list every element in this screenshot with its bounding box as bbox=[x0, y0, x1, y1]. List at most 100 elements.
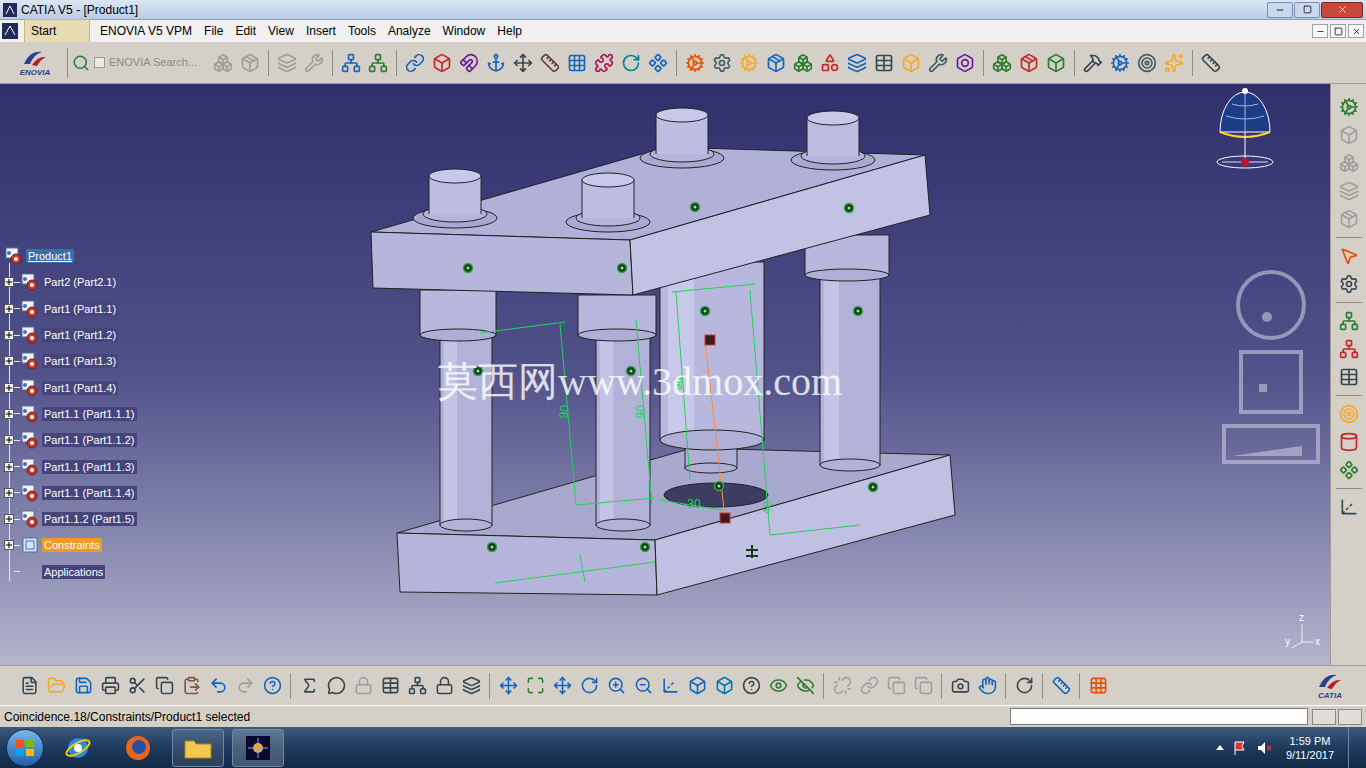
tool-button[interactable] bbox=[495, 673, 521, 699]
tool-button[interactable] bbox=[483, 50, 509, 76]
dimension[interactable]: 40 bbox=[750, 290, 860, 535]
constraint-marker[interactable] bbox=[618, 264, 627, 273]
tool-button[interactable] bbox=[237, 50, 263, 76]
tool-button[interactable] bbox=[296, 673, 322, 699]
tree-label[interactable]: Part2 (Part2.1) bbox=[42, 275, 118, 289]
tool-button[interactable] bbox=[431, 673, 457, 699]
tree-label[interactable]: Product1 bbox=[26, 249, 74, 263]
tool-button[interactable] bbox=[1336, 94, 1362, 120]
tool-button[interactable] bbox=[510, 50, 536, 76]
tree-label[interactable]: Part1.1 (Part1.1.1) bbox=[42, 407, 137, 421]
tool-button[interactable] bbox=[844, 50, 870, 76]
search-checkbox[interactable] bbox=[94, 57, 105, 68]
tool-button[interactable] bbox=[404, 673, 430, 699]
constraint-marker[interactable] bbox=[641, 543, 650, 552]
tool-button[interactable] bbox=[829, 673, 855, 699]
tool-button[interactable] bbox=[657, 673, 683, 699]
tool-button[interactable] bbox=[925, 50, 951, 76]
tool-button[interactable] bbox=[1336, 364, 1362, 390]
tool-button[interactable] bbox=[738, 673, 764, 699]
tool-button[interactable] bbox=[1336, 336, 1362, 362]
catia-task-button[interactable] bbox=[232, 729, 284, 767]
tree-item[interactable]: Part1.1 (Part1.1.2) bbox=[4, 427, 137, 453]
tree-label[interactable]: Part1.1 (Part1.1.3) bbox=[42, 460, 137, 474]
tool-button[interactable] bbox=[1085, 673, 1111, 699]
mdi-button[interactable] bbox=[1312, 24, 1328, 38]
tool-button[interactable] bbox=[429, 50, 455, 76]
tool-button[interactable] bbox=[1336, 308, 1362, 334]
constraint-marker[interactable] bbox=[691, 203, 700, 212]
menu-item[interactable]: Edit bbox=[229, 20, 262, 42]
tree-item[interactable]: Part1.1 (Part1.1.4) bbox=[4, 480, 137, 506]
tree-item[interactable]: Part2 (Part2.1) bbox=[4, 269, 137, 295]
menu-item[interactable]: Insert bbox=[300, 20, 342, 42]
tool-button[interactable] bbox=[711, 673, 737, 699]
explorer-button[interactable] bbox=[172, 729, 224, 767]
tree-label[interactable]: Part1 (Part1.3) bbox=[42, 354, 118, 368]
tool-button[interactable] bbox=[70, 673, 96, 699]
tool-button[interactable] bbox=[1080, 50, 1106, 76]
tool-button[interactable] bbox=[989, 50, 1015, 76]
close-button[interactable] bbox=[1321, 2, 1363, 18]
constraint-marker[interactable] bbox=[845, 204, 854, 213]
tree-item[interactable]: Part1.1.2 (Part1.5) bbox=[4, 506, 137, 532]
tool-button[interactable] bbox=[883, 673, 909, 699]
tool-button[interactable] bbox=[856, 673, 882, 699]
tray-arrow-icon[interactable] bbox=[1216, 745, 1224, 750]
tree-label[interactable]: Part1 (Part1.4) bbox=[42, 381, 118, 395]
tree-item[interactable]: Applications bbox=[4, 559, 137, 585]
menu-item[interactable]: File bbox=[198, 20, 229, 42]
tool-button[interactable] bbox=[817, 50, 843, 76]
tree-item[interactable]: Part1 (Part1.2) bbox=[4, 322, 137, 348]
tool-button[interactable] bbox=[1107, 50, 1133, 76]
tool-button[interactable] bbox=[232, 673, 258, 699]
expand-icon[interactable] bbox=[4, 462, 14, 472]
tool-button[interactable] bbox=[564, 50, 590, 76]
tool-button[interactable] bbox=[1336, 429, 1362, 455]
tool-button[interactable] bbox=[1336, 178, 1362, 204]
tool-button[interactable] bbox=[210, 50, 236, 76]
tree-label[interactable]: Applications bbox=[42, 565, 105, 579]
tool-button[interactable] bbox=[974, 673, 1000, 699]
menu-item[interactable]: Start bbox=[24, 19, 90, 43]
menu-item[interactable]: Help bbox=[491, 20, 528, 42]
constraint-marker[interactable] bbox=[701, 307, 710, 316]
constraint-marker[interactable] bbox=[488, 543, 497, 552]
tool-button[interactable] bbox=[1336, 401, 1362, 427]
ie-button[interactable] bbox=[52, 729, 104, 767]
tree-item[interactable]: Part1 (Part1.3) bbox=[4, 348, 137, 374]
tool-button[interactable] bbox=[947, 673, 973, 699]
enovia-button[interactable] bbox=[69, 54, 93, 72]
tree-item[interactable]: Part1.1 (Part1.1.3) bbox=[4, 453, 137, 479]
tool-button[interactable] bbox=[765, 673, 791, 699]
tree-item[interactable]: Part1 (Part1.4) bbox=[4, 374, 137, 400]
expand-icon[interactable] bbox=[4, 304, 14, 314]
tool-button[interactable] bbox=[1336, 243, 1362, 269]
command-field[interactable] bbox=[1010, 708, 1308, 725]
status-button[interactable] bbox=[1312, 709, 1336, 725]
tool-button[interactable] bbox=[97, 673, 123, 699]
tool-button[interactable] bbox=[618, 50, 644, 76]
tool-button[interactable] bbox=[1198, 50, 1224, 76]
tool-button[interactable] bbox=[1336, 457, 1362, 483]
tool-button[interactable] bbox=[709, 50, 735, 76]
tool-button[interactable] bbox=[1134, 50, 1160, 76]
tree-label[interactable]: Part1 (Part1.2) bbox=[42, 328, 118, 342]
expand-icon[interactable] bbox=[4, 383, 14, 393]
tool-button[interactable] bbox=[205, 673, 231, 699]
tool-button[interactable] bbox=[1336, 494, 1362, 520]
menu-item[interactable]: View bbox=[262, 20, 300, 42]
show-desktop-button[interactable] bbox=[1348, 727, 1360, 768]
tool-button[interactable] bbox=[458, 673, 484, 699]
tool-button[interactable] bbox=[792, 673, 818, 699]
dimension[interactable]: 90 bbox=[480, 322, 655, 505]
tool-button[interactable] bbox=[537, 50, 563, 76]
status-button[interactable] bbox=[1338, 709, 1362, 725]
tool-button[interactable] bbox=[16, 673, 42, 699]
tool-button[interactable] bbox=[338, 50, 364, 76]
tool-button[interactable] bbox=[178, 673, 204, 699]
tool-button[interactable] bbox=[274, 50, 300, 76]
expand-icon[interactable] bbox=[4, 488, 14, 498]
tree-item[interactable]: Part1.1 (Part1.1.1) bbox=[4, 401, 137, 427]
tool-button[interactable] bbox=[124, 673, 150, 699]
